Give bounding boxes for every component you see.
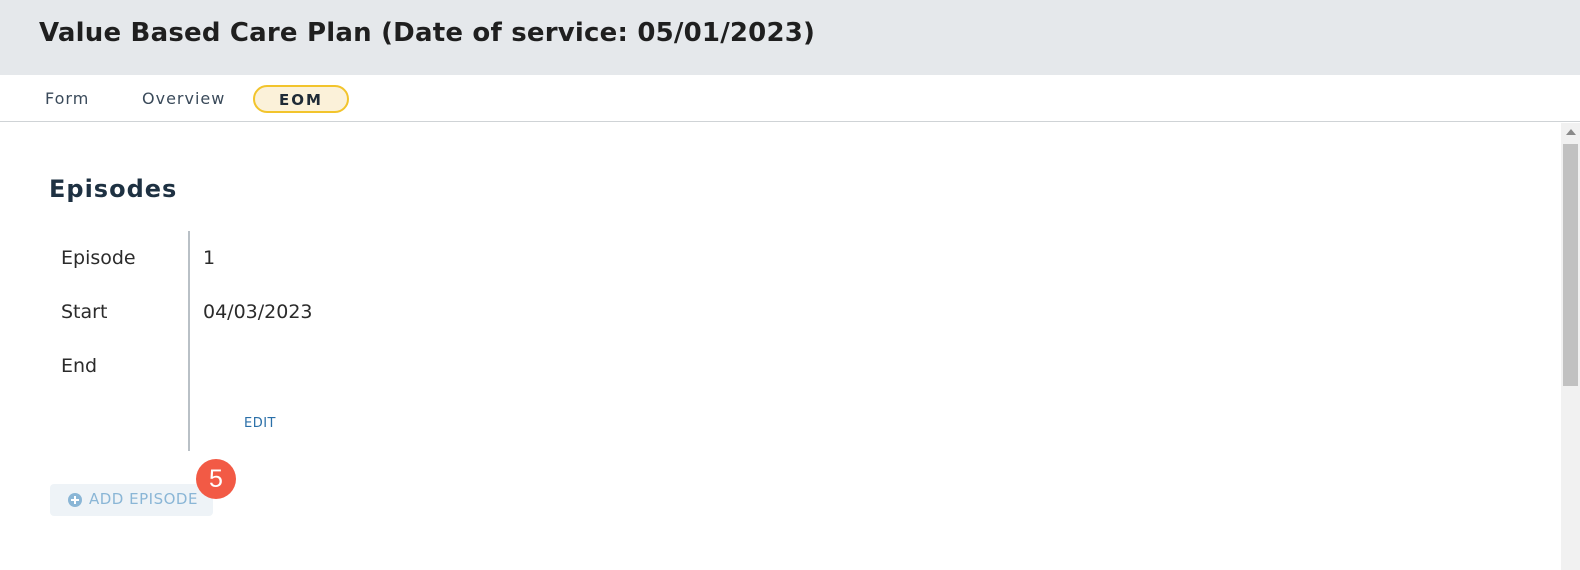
end-label: End <box>61 355 98 377</box>
edit-episode-link[interactable]: EDIT <box>244 416 276 431</box>
vertical-scrollbar[interactable] <box>1561 123 1580 570</box>
start-label: Start <box>61 301 108 323</box>
start-value: 04/03/2023 <box>203 301 313 323</box>
episode-value: 1 <box>203 247 216 269</box>
page-title: Value Based Care Plan (Date of service: … <box>39 18 816 48</box>
plus-circle-icon <box>68 493 82 507</box>
scrollbar-thumb[interactable] <box>1563 144 1578 386</box>
add-episode-label: ADD EPISODE <box>89 490 198 508</box>
episode-divider <box>188 231 190 451</box>
section-title-episodes: Episodes <box>49 175 178 203</box>
step-badge: 5 <box>196 459 236 499</box>
tab-overview[interactable]: Overview <box>142 85 225 113</box>
tab-bar: Form Overview EOM <box>0 75 1580 122</box>
tab-eom[interactable]: EOM <box>253 85 349 113</box>
tab-form[interactable]: Form <box>45 85 89 113</box>
add-episode-button[interactable]: ADD EPISODE <box>50 484 213 516</box>
episode-label: Episode <box>61 247 136 269</box>
scroll-up-arrow-icon[interactable] <box>1566 129 1576 135</box>
page-header: Value Based Care Plan (Date of service: … <box>0 0 1580 75</box>
